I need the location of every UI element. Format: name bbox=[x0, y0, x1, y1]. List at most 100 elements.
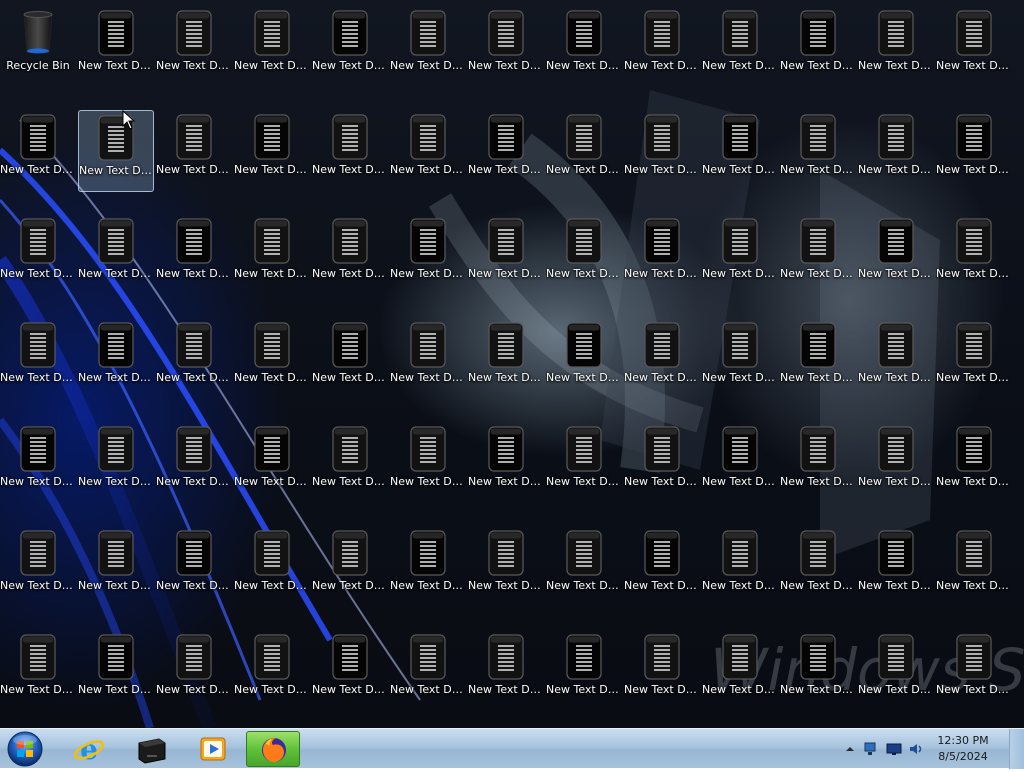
desktop-icon-text-document[interactable]: New Text Documen... bbox=[390, 526, 466, 608]
desktop-icon-text-document[interactable]: New Text Documen... bbox=[390, 214, 466, 296]
desktop-icon-text-document[interactable]: New Text Documen... bbox=[390, 422, 466, 504]
desktop-icon-text-document[interactable]: New Text Documen... bbox=[780, 630, 856, 712]
desktop-icon-text-document[interactable]: New Text Document... bbox=[234, 6, 310, 88]
desktop-icon-text-document[interactable]: New Text Documen... bbox=[468, 526, 544, 608]
desktop-icon-text-document[interactable]: New Text Document... bbox=[468, 110, 544, 192]
desktop-icon-text-document[interactable]: New Text Documen... bbox=[624, 422, 700, 504]
desktop-icon-text-document[interactable]: New Text Document... bbox=[936, 214, 1012, 296]
desktop-icon-text-document[interactable]: New Text Document... bbox=[624, 110, 700, 192]
desktop-icon-text-document[interactable]: New Text Documen... bbox=[156, 6, 232, 88]
desktop-icon-text-document[interactable]: New Text Document... bbox=[234, 110, 310, 192]
desktop-icon-text-document[interactable]: New Text Document.txt bbox=[78, 6, 154, 88]
desktop-icon-text-document[interactable]: New Text Document ... bbox=[78, 630, 154, 712]
desktop-icon-text-document[interactable]: New Text Document ... bbox=[156, 630, 232, 712]
desktop-icon-text-document[interactable]: New Text Documen... bbox=[858, 630, 934, 712]
desktop-icon-text-document[interactable]: New Text Documen... bbox=[780, 6, 856, 88]
desktop-icon-text-document[interactable]: New Text Documen... bbox=[858, 6, 934, 88]
desktop-icon-text-document[interactable]: New Text Documen... bbox=[0, 630, 76, 712]
desktop-icon-text-document[interactable]: New Text Documen... bbox=[624, 6, 700, 88]
desktop-icon-text-document[interactable]: New Text Documen... bbox=[546, 214, 622, 296]
desktop-icon-text-document[interactable]: New Text Document... bbox=[936, 526, 1012, 608]
desktop-icon-text-document[interactable]: New Text Documen... bbox=[468, 318, 544, 400]
desktop-icon-text-document[interactable]: New Text Documen... bbox=[234, 318, 310, 400]
desktop-icon-text-document[interactable]: New Text Documen... bbox=[858, 110, 934, 192]
desktop-icon-text-document[interactable]: New Text Documen... bbox=[390, 110, 466, 192]
taskbar-firefox-button[interactable] bbox=[246, 731, 300, 767]
desktop-icon-text-document[interactable]: New Text Documen... bbox=[468, 630, 544, 712]
desktop-icon-text-document[interactable]: New Text Document ... bbox=[312, 6, 388, 88]
desktop-icon-text-document[interactable]: New Text Documen... bbox=[936, 110, 1012, 192]
desktop[interactable]: Windows Seven Recycle BinNew Text Docume… bbox=[0, 0, 1024, 728]
show-desktop-button[interactable] bbox=[1009, 729, 1024, 769]
desktop-icon-text-document[interactable]: New Text Document ... bbox=[702, 6, 778, 88]
desktop-icon-text-document[interactable]: New Text Documen... bbox=[702, 318, 778, 400]
desktop-icon-text-document[interactable]: New Text Documen... bbox=[702, 526, 778, 608]
desktop-icon-text-document[interactable]: New Text Document... bbox=[702, 630, 778, 712]
desktop-icon-text-document[interactable]: New Text Documen... bbox=[0, 110, 76, 192]
desktop-icon-text-document[interactable]: New Text Documen... bbox=[78, 526, 154, 608]
desktop-icon-text-document[interactable]: New Text Documen... bbox=[156, 318, 232, 400]
display-icon[interactable] bbox=[886, 741, 902, 757]
desktop-icon-text-document[interactable]: New Text Document... bbox=[156, 214, 232, 296]
desktop-icon-text-document[interactable]: New Text Document ... bbox=[546, 318, 622, 400]
desktop-icon-text-document[interactable]: New Text Documen... bbox=[468, 422, 544, 504]
desktop-icon-recycle-bin[interactable]: Recycle Bin bbox=[0, 6, 76, 88]
desktop-icon-text-document[interactable]: New Text Documen... bbox=[312, 422, 388, 504]
desktop-icon-text-document[interactable]: New Text Documen... bbox=[390, 630, 466, 712]
desktop-icon-text-document[interactable]: New Text Documen... bbox=[234, 630, 310, 712]
desktop-icon-text-document[interactable]: New Text Documen... bbox=[312, 630, 388, 712]
desktop-icon-text-document[interactable]: New Text Documen... bbox=[936, 422, 1012, 504]
taskbar-drive-button[interactable] bbox=[124, 731, 178, 767]
desktop-icon-text-document[interactable]: New Text Documen... bbox=[312, 318, 388, 400]
desktop-icon-text-document[interactable]: New Text Documen... bbox=[780, 214, 856, 296]
desktop-icon-text-document[interactable]: New Text Document... bbox=[702, 110, 778, 192]
desktop-icon-text-document[interactable]: New Text Documen... bbox=[312, 110, 388, 192]
desktop-icon-text-document[interactable]: New Text Documen... bbox=[312, 214, 388, 296]
clock[interactable]: 12:30 PM 8/5/2024 bbox=[928, 733, 998, 765]
desktop-icon-text-document[interactable]: New Text Document ... bbox=[78, 318, 154, 400]
desktop-icon-text-document[interactable]: New Text Document... bbox=[546, 110, 622, 192]
desktop-icon-text-document[interactable]: New Text Documen... bbox=[546, 6, 622, 88]
taskbar-media-player-button[interactable] bbox=[186, 731, 240, 767]
desktop-icon-text-document[interactable]: New Text Documen... bbox=[858, 422, 934, 504]
desktop-icon-text-document[interactable]: New Text Document... bbox=[0, 422, 76, 504]
chevron-up-icon[interactable] bbox=[842, 741, 858, 757]
desktop-icon-text-document[interactable]: New Text Document... bbox=[546, 526, 622, 608]
desktop-icon-text-document[interactable]: New Text Document ... bbox=[624, 526, 700, 608]
desktop-icon-text-document[interactable]: New Text Document... bbox=[0, 526, 76, 608]
desktop-icon-text-document[interactable]: New Text Document... bbox=[156, 526, 232, 608]
desktop-icon-text-document[interactable]: New Text Documen... bbox=[234, 214, 310, 296]
desktop-icon-text-document[interactable]: New Text Document ... bbox=[312, 526, 388, 608]
desktop-icon-text-document[interactable]: New Text Document... bbox=[156, 110, 232, 192]
desktop-icon-text-document[interactable]: New Text Documen... bbox=[78, 110, 155, 192]
desktop-icon-text-document[interactable]: New Text Documen... bbox=[390, 318, 466, 400]
desktop-icon-text-document[interactable]: New Text Document ... bbox=[858, 318, 934, 400]
desktop-icon-text-document[interactable]: New Text Document... bbox=[0, 214, 76, 296]
start-button[interactable] bbox=[4, 730, 50, 768]
desktop-icon-text-document[interactable]: New Text Documen... bbox=[468, 6, 544, 88]
desktop-icon-text-document[interactable]: New Text Documen... bbox=[0, 318, 76, 400]
desktop-icon-text-document[interactable]: New Text Documen... bbox=[858, 526, 934, 608]
desktop-icon-text-document[interactable]: New Text Documen... bbox=[624, 318, 700, 400]
desktop-icon-text-document[interactable]: New Text Document ... bbox=[780, 422, 856, 504]
desktop-icon-text-document[interactable]: New Text Document... bbox=[858, 214, 934, 296]
desktop-icon-text-document[interactable]: New Text Document... bbox=[780, 526, 856, 608]
desktop-icon-text-document[interactable]: New Text Document ... bbox=[78, 422, 154, 504]
desktop-icon-text-document[interactable]: New Text Documen... bbox=[936, 6, 1012, 88]
desktop-icon-text-document[interactable]: New Text Document... bbox=[936, 630, 1012, 712]
desktop-icon-text-document[interactable]: New Text Document ... bbox=[390, 6, 466, 88]
desktop-icon-text-document[interactable]: New Text Documen... bbox=[624, 214, 700, 296]
desktop-icon-text-document[interactable]: New Text Document... bbox=[702, 214, 778, 296]
desktop-icon-text-document[interactable]: New Text Documen... bbox=[546, 630, 622, 712]
volume-icon[interactable] bbox=[908, 741, 924, 757]
taskbar-ie-button[interactable]: e bbox=[62, 731, 116, 767]
desktop-icon-text-document[interactable]: New Text Documen... bbox=[780, 110, 856, 192]
desktop-icon-text-document[interactable]: New Text Document... bbox=[234, 526, 310, 608]
network-icon[interactable] bbox=[862, 741, 878, 757]
desktop-icon-text-document[interactable]: New Text Document ... bbox=[234, 422, 310, 504]
desktop-icon-text-document[interactable]: New Text Documen... bbox=[702, 422, 778, 504]
desktop-icon-text-document[interactable]: New Text Document... bbox=[624, 630, 700, 712]
desktop-icon-text-document[interactable]: New Text Document... bbox=[546, 422, 622, 504]
desktop-icon-text-document[interactable]: New Text Documen... bbox=[78, 214, 154, 296]
desktop-icon-text-document[interactable]: New Text Documen... bbox=[936, 318, 1012, 400]
